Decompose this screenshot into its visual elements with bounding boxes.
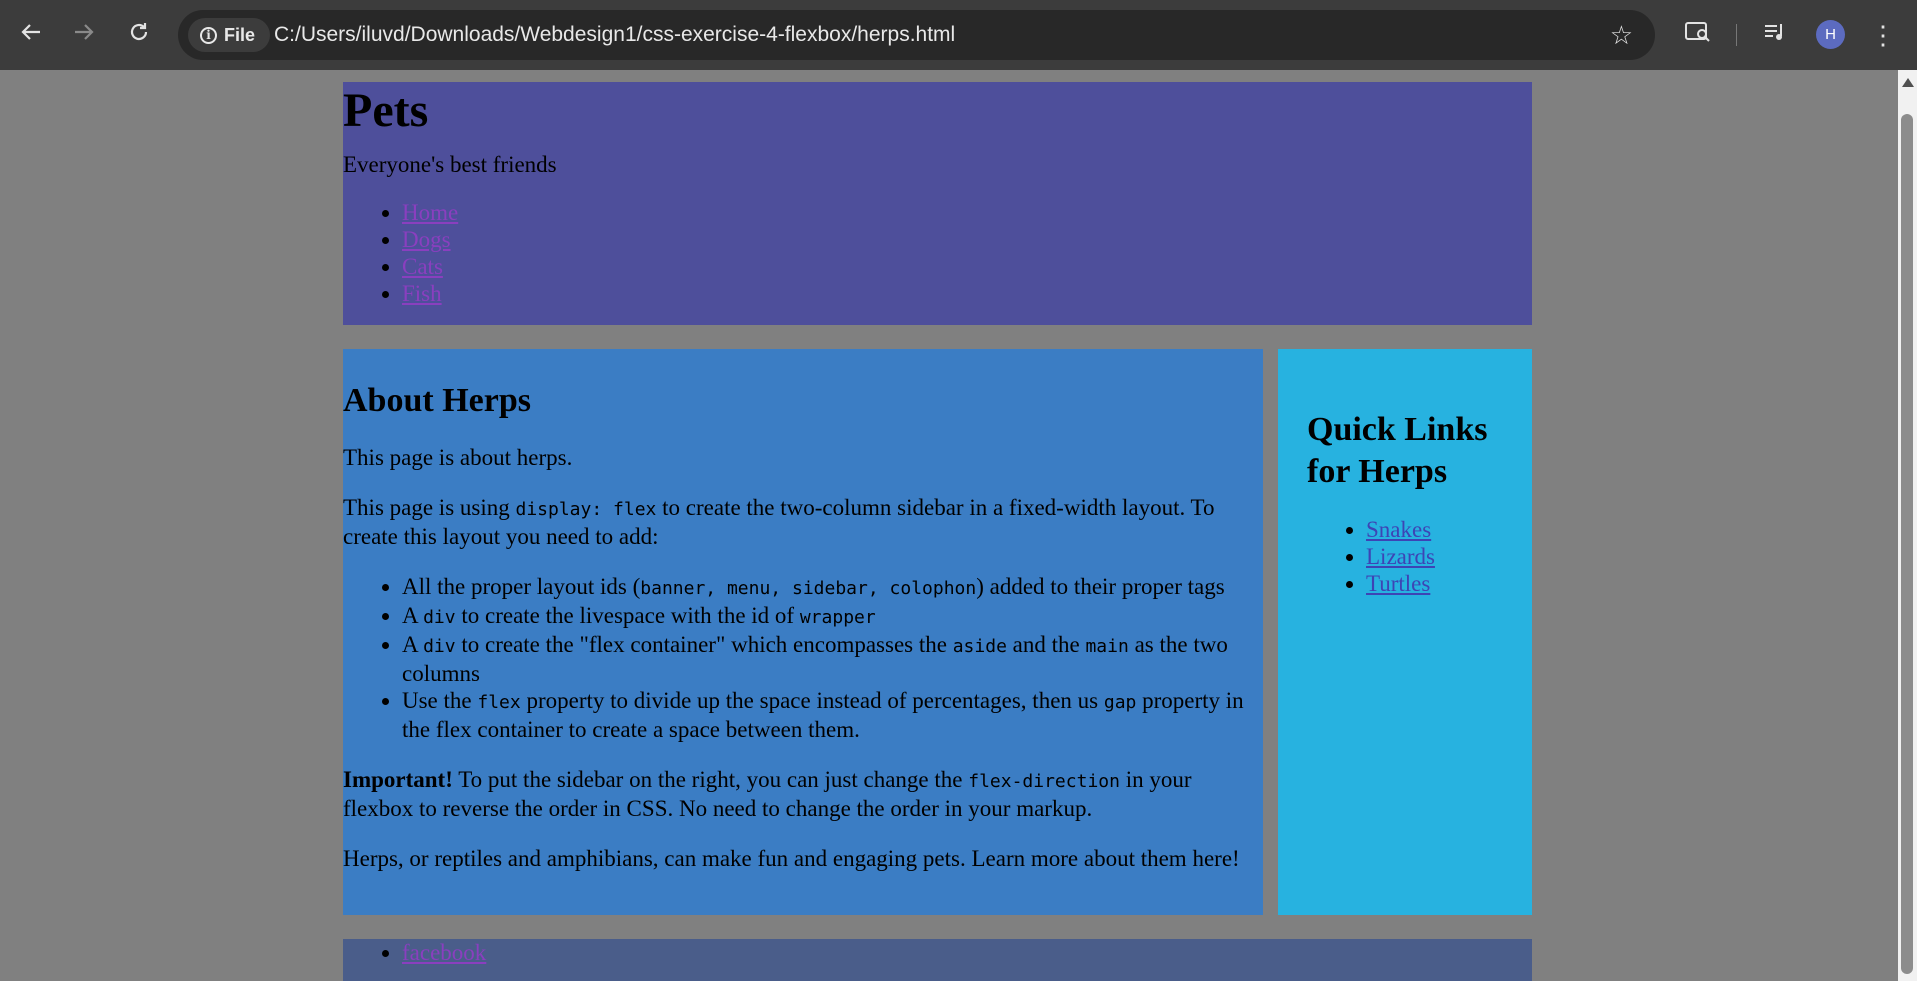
- tab-search-icon: [1685, 21, 1711, 49]
- flex-container: About Herps This page is about herps. Th…: [343, 349, 1532, 915]
- list-item: Lizards: [1366, 543, 1503, 570]
- flex-paragraph: This page is using display: flex to crea…: [343, 495, 1215, 549]
- info-icon: i: [200, 26, 217, 44]
- menu-item-home: Home: [402, 199, 1532, 226]
- list-item: Use the flex property to divide up the s…: [402, 687, 1251, 743]
- page-title: Pets: [343, 84, 429, 137]
- site-info-chip[interactable]: i File: [188, 18, 270, 52]
- list-item: Turtles: [1366, 570, 1503, 597]
- site-info-label: File: [224, 24, 256, 45]
- menu-link-dogs[interactable]: Dogs: [402, 227, 451, 252]
- colophon: facebook: [343, 939, 1532, 981]
- social-links-list: facebook: [343, 939, 1532, 966]
- herps-paragraph: Herps, or reptiles and amphibians, can m…: [343, 846, 1240, 871]
- reload-button[interactable]: [121, 17, 157, 53]
- scroll-up-icon[interactable]: [1902, 78, 1914, 87]
- address-bar[interactable]: i File C:/Users/iluvd/Downloads/Webdesig…: [178, 10, 1655, 60]
- banner: Pets Everyone's best friends Home Dogs C…: [343, 82, 1532, 325]
- list-item: All the proper layout ids (banner, menu,…: [402, 573, 1251, 602]
- url-text[interactable]: C:/Users/iluvd/Downloads/Webdesign1/css-…: [274, 10, 955, 60]
- important-paragraph: Important! To put the sidebar on the rig…: [343, 767, 1192, 821]
- profile-avatar[interactable]: H: [1816, 20, 1845, 49]
- list-item: A div to create the livespace with the i…: [402, 602, 1251, 631]
- sidebar-link-snakes[interactable]: Snakes: [1366, 517, 1431, 542]
- menu-link-fish[interactable]: Fish: [402, 281, 442, 306]
- browser-toolbar: i File C:/Users/iluvd/Downloads/Webdesig…: [0, 0, 1917, 70]
- tagline: Everyone's best friends: [343, 152, 557, 177]
- facebook-link[interactable]: facebook: [402, 940, 486, 965]
- arrow-right-icon: [73, 21, 95, 50]
- bookmark-star-icon[interactable]: ☆: [1610, 10, 1633, 60]
- reload-icon: [128, 21, 150, 50]
- sidebar-heading: Quick Links for Herps: [1307, 411, 1488, 490]
- sidebar-link-turtles[interactable]: Turtles: [1366, 571, 1430, 596]
- sidebar-link-lizards[interactable]: Lizards: [1366, 544, 1435, 569]
- forward-button[interactable]: [66, 17, 102, 53]
- more-vertical-icon: ⋮: [1870, 19, 1896, 50]
- main-heading: About Herps: [343, 382, 531, 419]
- requirements-list: All the proper layout ids (banner, menu,…: [343, 573, 1251, 743]
- page-viewport: Pets Everyone's best friends Home Dogs C…: [0, 70, 1898, 981]
- quick-links-list: Snakes Lizards Turtles: [1307, 516, 1503, 597]
- menu-item-dogs: Dogs: [402, 226, 1532, 253]
- menu-link-cats[interactable]: Cats: [402, 254, 443, 279]
- menu-link-home[interactable]: Home: [402, 200, 458, 225]
- wrapper: Pets Everyone's best friends Home Dogs C…: [343, 82, 1532, 981]
- menu-item-fish: Fish: [402, 280, 1532, 307]
- media-controls-button[interactable]: [1757, 17, 1793, 53]
- vertical-scrollbar[interactable]: [1898, 70, 1917, 981]
- tab-search-button[interactable]: [1680, 17, 1716, 53]
- intro-paragraph: This page is about herps.: [343, 445, 573, 470]
- scrollbar-thumb[interactable]: [1901, 114, 1913, 974]
- main-content: About Herps This page is about herps. Th…: [343, 349, 1263, 915]
- back-button[interactable]: [13, 17, 49, 53]
- list-item: facebook: [402, 939, 1532, 966]
- toolbar-divider: [1736, 24, 1737, 46]
- menu-item-cats: Cats: [402, 253, 1532, 280]
- arrow-left-icon: [20, 21, 42, 50]
- sidebar: Quick Links for Herps Snakes Lizards Tur…: [1278, 349, 1532, 915]
- playlist-icon: [1763, 22, 1787, 48]
- menu: Home Dogs Cats Fish: [343, 199, 1532, 307]
- list-item: Snakes: [1366, 516, 1503, 543]
- browser-menu-button[interactable]: ⋮: [1868, 17, 1898, 53]
- list-item: A div to create the "flex container" whi…: [402, 631, 1251, 687]
